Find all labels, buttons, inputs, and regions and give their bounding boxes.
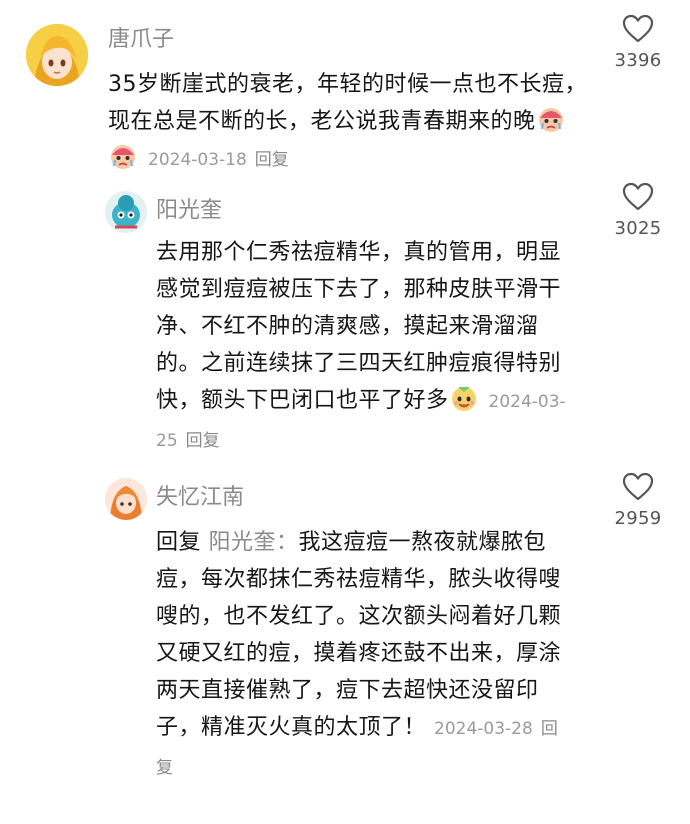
username[interactable]: 失忆江南 <box>156 484 244 512</box>
heart-icon <box>622 472 654 501</box>
comment-list: 唐爪子 35岁断崖式的衰老，年轻的时候一点也不长痘，现在总是不断的长，老公说我青… <box>0 0 690 824</box>
comment-content: 35岁断崖式的衰老，年轻的时候一点也不长痘，现在总是不断的长，老公说我青春期来的… <box>108 72 587 134</box>
comment-text: 回复 阳光奎：我这痘痘一熬夜就爆脓包痘，每次都抹仁秀祛痘精华，脓头收得嗖嗖的，也… <box>156 524 566 787</box>
like-button[interactable]: 3396 <box>608 14 668 71</box>
reply-button[interactable]: 回复 <box>186 431 220 451</box>
comment-text: 去用那个仁秀祛痘精华，真的管用，明显感觉到痘痘被压下去了，那种皮肤平滑干净、不红… <box>156 234 566 460</box>
avatar[interactable] <box>105 191 147 233</box>
like-count: 3025 <box>614 218 662 239</box>
crying-face-emoji <box>108 141 138 171</box>
like-button[interactable]: 3025 <box>608 182 668 239</box>
username[interactable]: 阳光奎 <box>156 197 222 225</box>
comment-content: 去用那个仁秀祛痘精华，真的管用，明显感觉到痘痘被压下去了，那种皮肤平滑干净、不红… <box>156 240 562 413</box>
crying-face-emoji <box>536 104 566 134</box>
like-count: 2959 <box>614 508 662 529</box>
comment-content: 我这痘痘一熬夜就爆脓包痘，每次都抹仁秀祛痘精华，脓头收得嗖嗖的，也不发红了。这次… <box>156 530 562 740</box>
reply-prefix: 回复 <box>156 530 202 555</box>
heart-icon <box>622 182 654 211</box>
like-button[interactable]: 2959 <box>608 472 668 529</box>
smiling-face-emoji <box>449 383 479 413</box>
reply-target-username[interactable]: 阳光奎： <box>209 530 299 555</box>
comment-date: 2024-03-28 <box>434 719 533 739</box>
reply-button[interactable]: 回复 <box>255 150 289 170</box>
heart-icon <box>622 14 654 43</box>
comment-date: 2024-03-18 <box>148 150 247 170</box>
comment-text: 35岁断崖式的衰老，年轻的时候一点也不长痘，现在总是不断的长，老公说我青春期来的… <box>108 66 588 179</box>
like-count: 3396 <box>614 50 662 71</box>
avatar[interactable] <box>26 24 88 86</box>
avatar[interactable] <box>105 478 147 520</box>
username[interactable]: 唐爪子 <box>108 26 174 54</box>
